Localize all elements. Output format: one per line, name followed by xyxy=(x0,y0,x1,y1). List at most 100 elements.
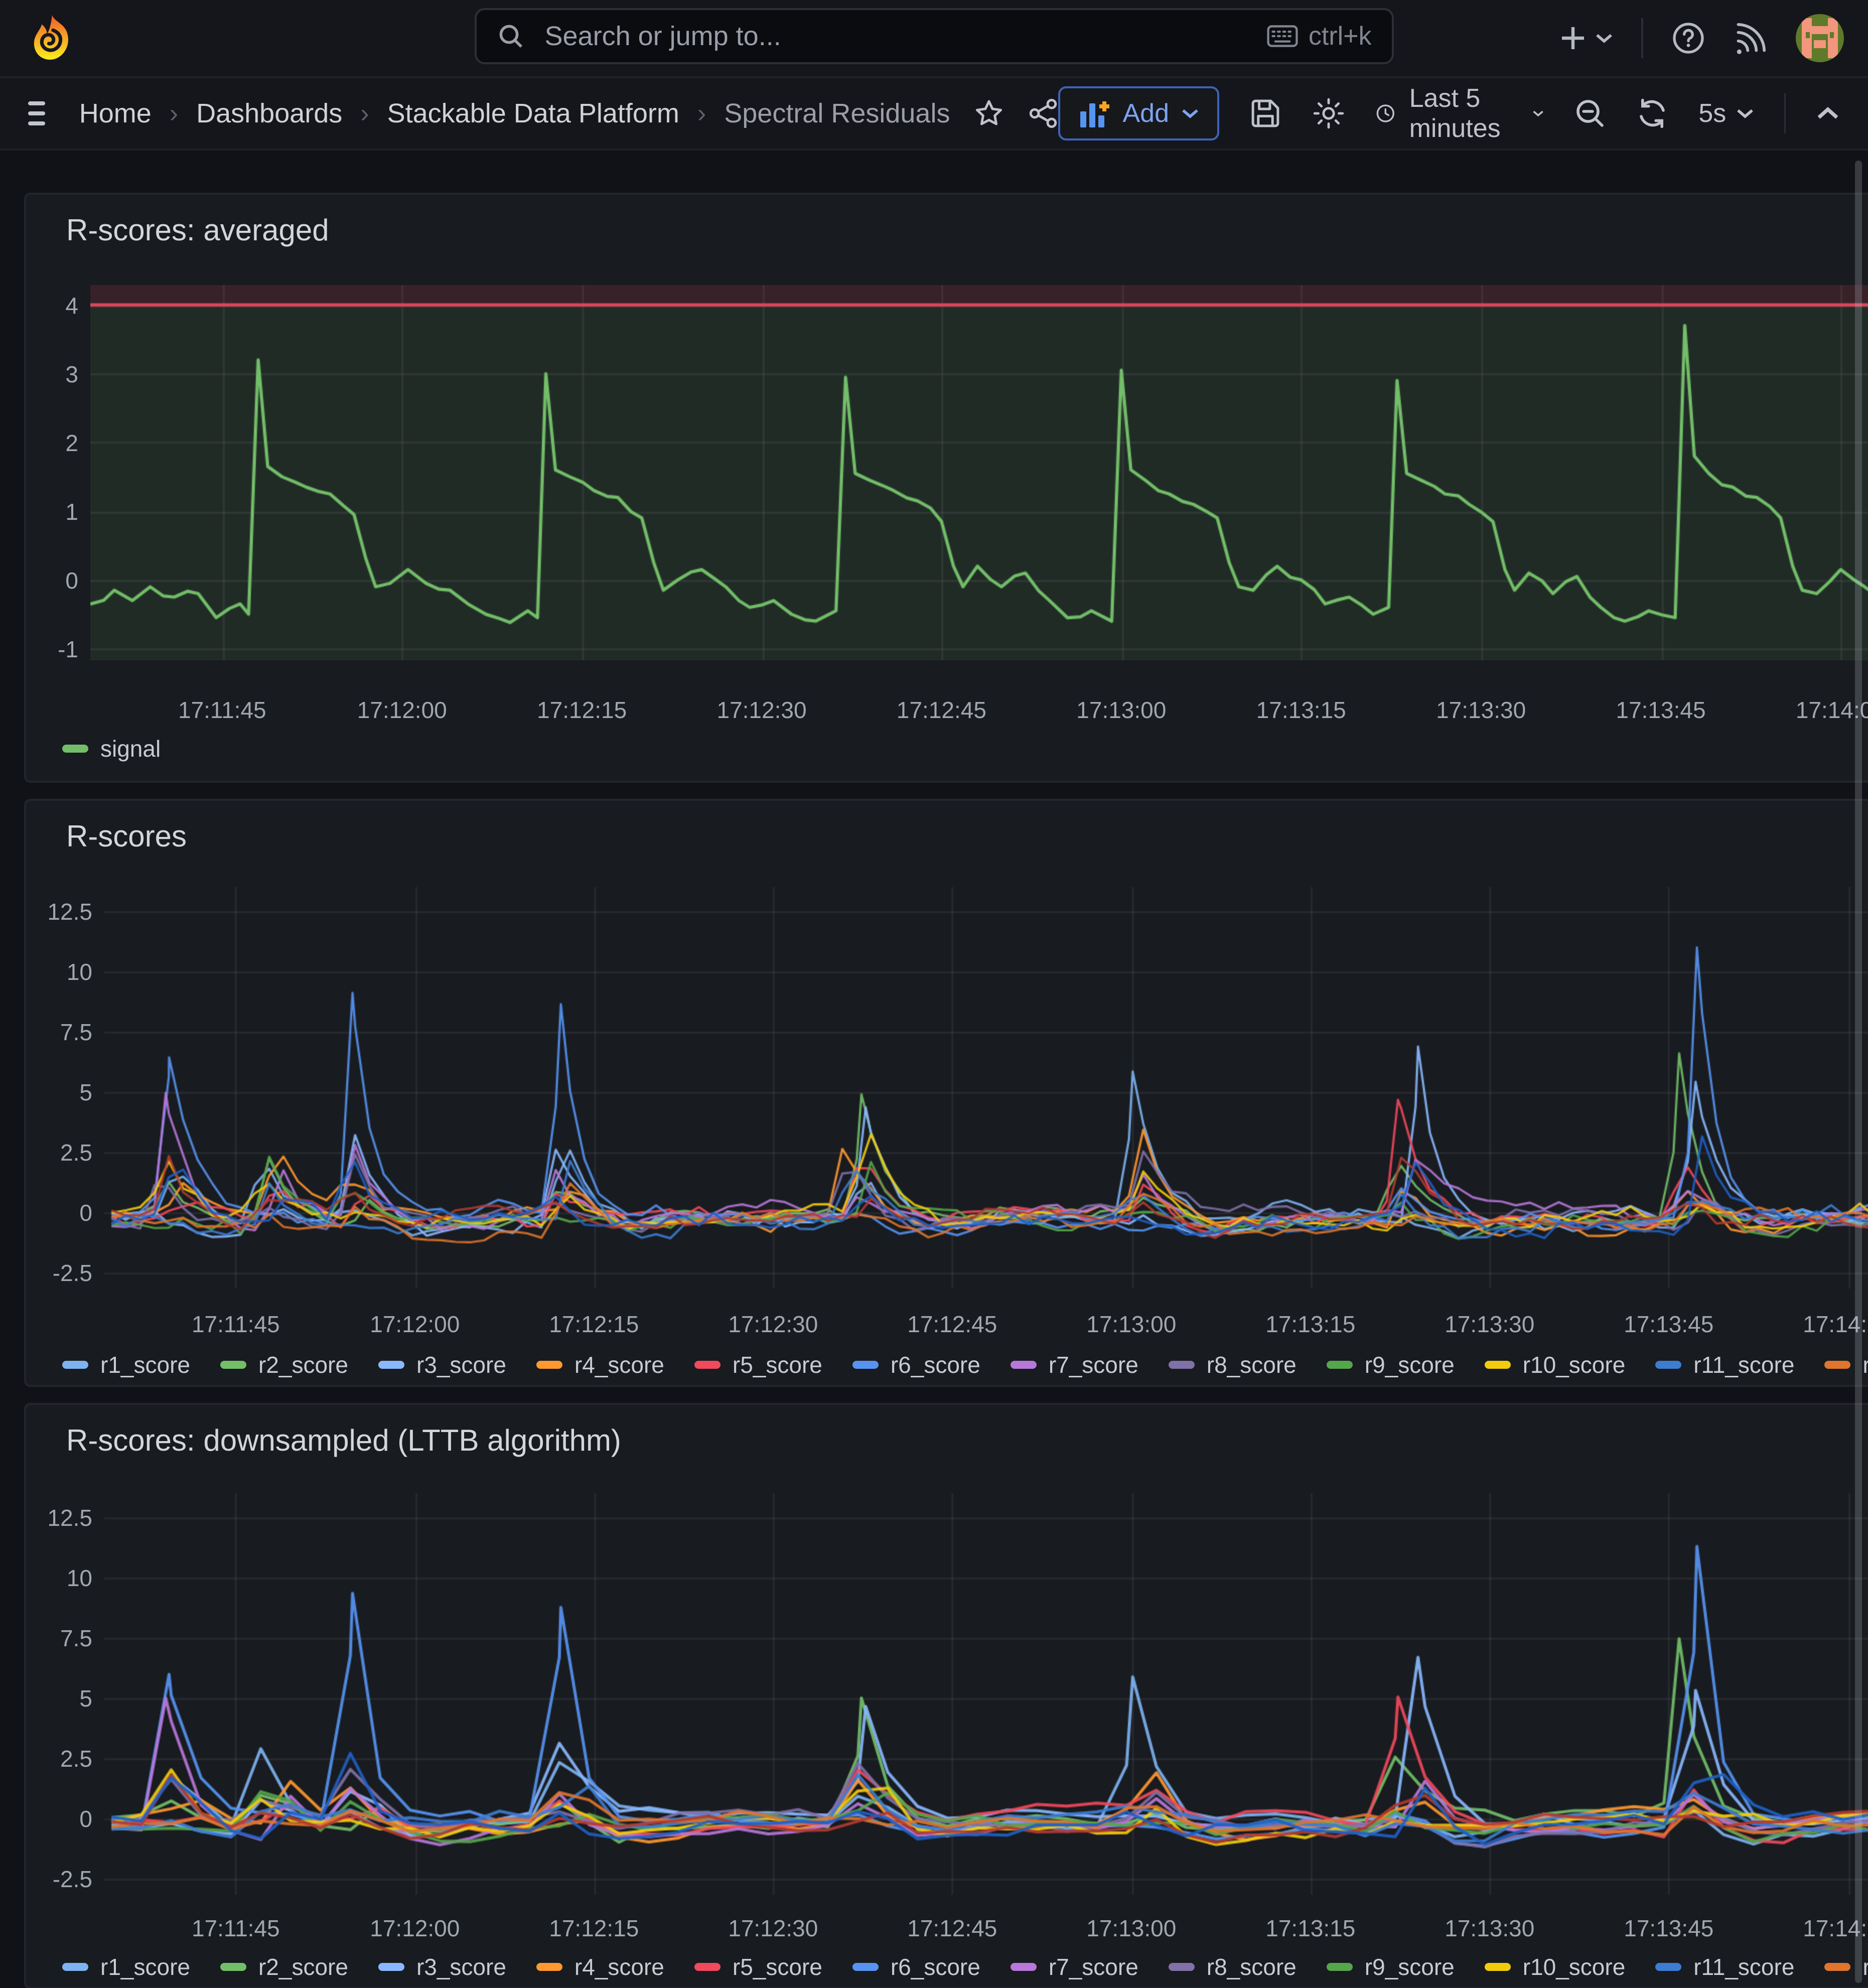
y-axis-label: 0 xyxy=(10,567,78,594)
x-axis-label: 17:12:30 xyxy=(701,696,822,724)
y-axis-label: 5 xyxy=(24,1079,92,1106)
breadcrumb-separator: › xyxy=(360,98,369,128)
panel-title[interactable]: R-scores: averaged xyxy=(66,213,329,247)
legend-item[interactable]: r1_score xyxy=(62,1351,190,1378)
legend-series-marker xyxy=(852,1361,879,1369)
y-axis-label: 2.5 xyxy=(24,1139,92,1166)
page-scrollbar[interactable] xyxy=(1855,161,1862,1983)
time-range-picker[interactable]: Last 5 minutes xyxy=(1376,83,1544,144)
chart-canvas[interactable] xyxy=(104,887,1868,1289)
x-axis-label: 17:13:00 xyxy=(1061,696,1182,724)
legend-item[interactable]: r4_score xyxy=(536,1953,664,1980)
collapse-toolbar-button[interactable] xyxy=(1816,105,1840,121)
x-axis-label: 17:12:30 xyxy=(713,1311,833,1338)
keyboard-icon xyxy=(1266,24,1299,48)
grafana-logo[interactable] xyxy=(26,12,78,64)
breadcrumb-home[interactable]: Home xyxy=(79,98,152,129)
share-button[interactable] xyxy=(1028,98,1058,128)
legend-item[interactable]: r8_score xyxy=(1169,1351,1297,1378)
add-panel-button[interactable]: Add xyxy=(1058,86,1219,140)
legend-item[interactable]: r10_score xyxy=(1485,1953,1626,1980)
global-search[interactable]: ctrl+k xyxy=(475,8,1394,64)
legend-series-marker xyxy=(62,1361,88,1369)
y-axis-label: 10 xyxy=(24,958,92,985)
panel-rscores-averaged: R-scores: averaged signal 43210-117:11:4… xyxy=(24,193,1868,783)
legend-series-label: r4_score xyxy=(574,1351,664,1378)
x-axis-label: 17:13:15 xyxy=(1250,1915,1371,1942)
help-button[interactable] xyxy=(1671,21,1705,55)
x-axis-label: 17:12:30 xyxy=(713,1915,833,1942)
breadcrumb-folder[interactable]: Stackable Data Platform xyxy=(387,98,679,129)
legend-series-marker xyxy=(536,1963,562,1971)
x-axis-label: 17:11:45 xyxy=(176,1311,296,1338)
legend-item[interactable]: signal xyxy=(62,735,161,762)
y-axis-label: 12.5 xyxy=(24,1504,92,1531)
new-item-button[interactable] xyxy=(1559,24,1613,52)
breadcrumb-current: Spectral Residuals xyxy=(724,98,950,129)
refresh-button[interactable] xyxy=(1636,97,1668,129)
x-axis-label: 17:13:15 xyxy=(1241,696,1361,724)
y-axis-label: 2 xyxy=(10,430,78,457)
chart-canvas[interactable] xyxy=(104,1493,1868,1895)
save-dashboard-button[interactable] xyxy=(1249,97,1281,129)
legend-series-label: r5_score xyxy=(733,1953,822,1980)
news-icon[interactable] xyxy=(1734,21,1768,55)
legend-item[interactable]: r6_score xyxy=(852,1953,980,1980)
legend-item[interactable]: r7_score xyxy=(1011,1953,1138,1980)
user-avatar[interactable] xyxy=(1796,14,1844,62)
legend-item[interactable]: r5_score xyxy=(694,1351,822,1378)
favorite-star-button[interactable] xyxy=(974,98,1004,128)
menu-toggle-button[interactable] xyxy=(28,101,45,125)
legend-item[interactable]: r3_score xyxy=(378,1351,506,1378)
search-input[interactable] xyxy=(541,19,1266,54)
x-axis-label: 17:13:45 xyxy=(1609,1915,1729,1942)
legend-series-marker xyxy=(536,1361,562,1369)
legend-item[interactable]: r2_score xyxy=(220,1953,348,1980)
legend-item[interactable]: r9_score xyxy=(1327,1953,1455,1980)
breadcrumb-dashboards[interactable]: Dashboards xyxy=(196,98,342,129)
legend-item[interactable]: r4_score xyxy=(536,1351,664,1378)
legend-item[interactable]: r11_score xyxy=(1655,1351,1794,1378)
legend-item[interactable]: r5_score xyxy=(694,1953,822,1980)
legend-series-marker xyxy=(694,1963,721,1971)
panel-title[interactable]: R-scores: downsampled (LTTB algorithm) xyxy=(66,1423,621,1458)
dashboard-settings-button[interactable] xyxy=(1312,96,1346,130)
legend-series-label: r3_score xyxy=(416,1351,506,1378)
legend-item[interactable]: r9_score xyxy=(1327,1351,1455,1378)
legend-series-label: r6_score xyxy=(891,1351,980,1378)
y-axis-label: 4 xyxy=(10,292,78,319)
chart-legend: signal xyxy=(62,733,161,765)
x-axis-label: 17:13:00 xyxy=(1071,1311,1192,1338)
chart-canvas[interactable] xyxy=(90,285,1868,660)
chart-legend: r1_score r2_score r3_score r4_score r5_score… xyxy=(62,1349,1868,1381)
legend-series-marker xyxy=(1169,1963,1195,1971)
legend-item[interactable]: r2_score xyxy=(220,1351,348,1378)
legend-series-marker xyxy=(62,1963,88,1971)
legend-series-marker xyxy=(1655,1963,1681,1971)
x-axis-label: 17:13:00 xyxy=(1071,1915,1192,1942)
legend-series-label: r4_score xyxy=(574,1953,664,1980)
panel-title[interactable]: R-scores xyxy=(66,819,187,854)
legend-item[interactable]: r6_score xyxy=(852,1351,980,1378)
legend-item[interactable]: r11_score xyxy=(1655,1953,1794,1980)
y-axis-label: 0 xyxy=(24,1199,92,1226)
zoom-out-button[interactable] xyxy=(1574,97,1606,129)
legend-series-label: r1_score xyxy=(100,1953,190,1980)
legend-item[interactable]: r7_score xyxy=(1011,1351,1138,1378)
refresh-interval-picker[interactable]: 5s xyxy=(1698,98,1754,128)
time-range-label: Last 5 minutes xyxy=(1409,83,1519,144)
x-axis-label: 17:13:30 xyxy=(1421,696,1541,724)
legend-series-marker xyxy=(1485,1361,1511,1369)
legend-series-marker xyxy=(1655,1361,1681,1369)
refresh-interval-label: 5s xyxy=(1698,98,1726,128)
breadcrumb-separator: › xyxy=(170,98,178,128)
legend-item[interactable]: r1_score xyxy=(62,1953,190,1980)
legend-item[interactable]: r3_score xyxy=(378,1953,506,1980)
y-axis-label: 7.5 xyxy=(24,1019,92,1046)
chevron-down-icon xyxy=(1595,32,1613,44)
legend-item[interactable]: r10_score xyxy=(1485,1351,1626,1378)
legend-series-label: r8_score xyxy=(1207,1953,1297,1980)
legend-item[interactable]: r8_score xyxy=(1169,1953,1297,1980)
y-axis-label: -2.5 xyxy=(24,1259,92,1287)
y-axis-label: 10 xyxy=(24,1565,92,1592)
